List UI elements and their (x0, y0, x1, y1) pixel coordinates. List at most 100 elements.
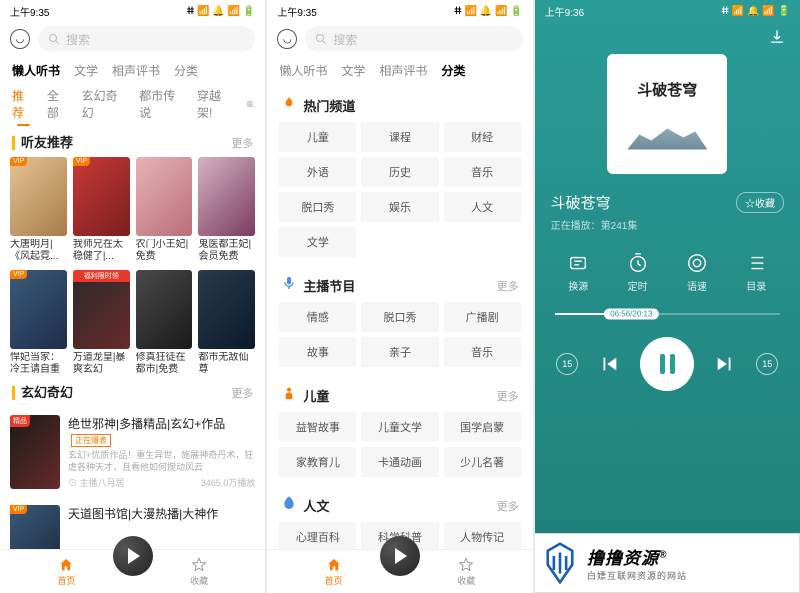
nav-tab[interactable]: 分类 (174, 62, 198, 79)
category-chip[interactable]: 人文 (444, 192, 521, 222)
category-chip[interactable]: 音乐 (444, 337, 521, 367)
search-input[interactable]: 搜索 (305, 26, 522, 52)
list-desc: 玄幻+优质作品！重生异世，施展神奇丹术，狂虐各种天才，且看他如何搅动风云 (68, 450, 255, 473)
search-bar: ◡ 搜索 (0, 22, 265, 56)
category-chip[interactable]: 卡通动画 (361, 447, 438, 477)
category-chip[interactable]: 情感 (279, 302, 356, 332)
category-chip[interactable]: 故事 (279, 337, 356, 367)
book-list: 精品绝世邪神|多播精品|玄幻+作品正在爆表玄幻+优质作品！重生异世，施展神奇丹术… (10, 407, 255, 549)
category-chip[interactable]: 心理百科 (279, 522, 356, 549)
search-placeholder: 搜索 (333, 31, 357, 48)
rewind-15-button[interactable]: 15 (556, 353, 578, 375)
list-item[interactable]: 精品绝世邪神|多播精品|玄幻+作品正在爆表玄幻+优质作品！重生异世，施展神奇丹术… (10, 407, 255, 497)
book-title: 都市无敌仙尊 (198, 352, 255, 377)
subnav-item[interactable]: 都市传说 (139, 87, 185, 121)
subnav-item[interactable]: 全部 (47, 87, 70, 121)
categories-area[interactable]: 热门频道儿童课程财经外语历史音乐脱口秀娱乐人文文学主播节目更多情感脱口秀广播剧故… (267, 83, 532, 549)
category-chip[interactable]: 儿童 (279, 122, 356, 152)
book-card[interactable]: 农门小王妃|免费 (136, 157, 193, 264)
more-link[interactable]: 更多 (497, 498, 519, 514)
category-chip[interactable]: 财经 (444, 122, 521, 152)
play-fab[interactable] (380, 536, 420, 576)
screen-player: 上午9:36 ⵌ 📶 🔔 📶 🔋 斗破苍穹 斗破苍穹 正在播放：第241集 ☆收… (535, 0, 800, 593)
category-chip[interactable]: 少儿名著 (444, 447, 521, 477)
book-card[interactable]: 鬼医都王妃|会员免费 (198, 157, 255, 264)
more-link[interactable]: 更多 (497, 388, 519, 404)
category-chip[interactable]: 家教育儿 (279, 447, 356, 477)
star-icon (457, 557, 475, 573)
child-icon (281, 385, 297, 406)
hot-badge: 正在爆表 (71, 434, 111, 447)
category-chip[interactable]: 文学 (279, 227, 356, 257)
category-chip[interactable]: 脱口秀 (361, 302, 438, 332)
subnav-item[interactable]: 推荐 (12, 87, 35, 121)
progress-bar[interactable]: 06:56/20:13 (535, 303, 800, 325)
nav-tab[interactable]: 懒人听书 (279, 62, 327, 79)
nav-tab[interactable]: 文学 (74, 62, 98, 79)
swap-source-button[interactable]: 换源 (567, 252, 589, 293)
speed-button[interactable]: 语速 (686, 252, 708, 293)
category-chip[interactable]: 课程 (361, 122, 438, 152)
leaf-icon (281, 495, 297, 516)
pause-button[interactable] (640, 337, 694, 391)
subnav-item[interactable]: 穿越架! (197, 87, 234, 121)
face-icon[interactable]: ◡ (277, 29, 297, 49)
play-fab[interactable] (113, 536, 153, 576)
book-cover: VIP (10, 157, 67, 236)
prev-button[interactable] (598, 353, 620, 375)
book-title: 农门小王妃|免费 (136, 239, 193, 264)
toc-button[interactable]: 目录 (745, 252, 767, 293)
category-chip[interactable]: 亲子 (361, 337, 438, 367)
nav-home[interactable]: 首页 (325, 557, 343, 587)
vip-badge: VIP (10, 157, 27, 166)
download-icon[interactable] (768, 28, 786, 46)
book-card[interactable]: 都市无敌仙尊 (198, 270, 255, 377)
category-chip[interactable]: 脱口秀 (279, 192, 356, 222)
book-card[interactable]: 修真狂徒在都市|免费 (136, 270, 193, 377)
chip-grid: 情感脱口秀广播剧故事亲子音乐 (279, 302, 520, 367)
next-button[interactable] (714, 353, 736, 375)
nav-collect[interactable]: 收藏 (190, 557, 208, 587)
album-art[interactable]: 斗破苍穹 (607, 54, 727, 174)
category-chip[interactable]: 广播剧 (444, 302, 521, 332)
now-playing: 正在播放：第241集 (551, 217, 638, 232)
book-title: 悍妃当家：冷王请自重 (10, 352, 67, 377)
content-area[interactable]: 听友推荐 更多 VIP大唐明月|《风起霓...VIP我师兄在太稳健了|...农门… (0, 127, 265, 549)
book-title: 鬼医都王妃|会员免费 (198, 239, 255, 264)
book-card[interactable]: VIP悍妃当家：冷王请自重 (10, 270, 67, 377)
subnav-item[interactable]: 玄幻奇幻 (82, 87, 128, 121)
category-chip[interactable]: 音乐 (444, 157, 521, 187)
nav-tab[interactable]: 文学 (341, 62, 365, 79)
category-chip[interactable]: 历史 (361, 157, 438, 187)
menu-icon[interactable]: ≡ (246, 97, 253, 111)
nav-collect[interactable]: 收藏 (457, 557, 475, 587)
category-chip[interactable]: 娱乐 (361, 192, 438, 222)
home-icon (325, 557, 343, 573)
timer-button[interactable]: 定时 (627, 252, 649, 293)
category-chip[interactable]: 外语 (279, 157, 356, 187)
search-input[interactable]: 搜索 (38, 26, 255, 52)
category-chip[interactable]: 人物传记 (444, 522, 521, 549)
more-link[interactable]: 更多 (497, 278, 519, 294)
face-icon[interactable]: ◡ (10, 29, 30, 49)
book-cover (136, 157, 193, 236)
nav-tab[interactable]: 分类 (441, 62, 465, 79)
favorite-button[interactable]: ☆收藏 (736, 192, 784, 213)
forward-15-button[interactable]: 15 (756, 353, 778, 375)
status-bar: 上午9:35 ⵌ 📶 🔔 📶 🔋 (0, 0, 265, 22)
nav-tab[interactable]: 懒人听书 (12, 62, 60, 79)
more-link[interactable]: 更多 (231, 135, 253, 151)
category-chip[interactable]: 国学启蒙 (444, 412, 521, 442)
nav-tab[interactable]: 相声评书 (112, 62, 160, 79)
book-card[interactable]: VIP大唐明月|《风起霓... (10, 157, 67, 264)
nav-home[interactable]: 首页 (57, 557, 75, 587)
book-card[interactable]: 福利限时领万道龙皇|暴爽玄幻 (73, 270, 130, 377)
book-card[interactable]: VIP我师兄在太稳健了|... (73, 157, 130, 264)
nav-tab[interactable]: 相声评书 (379, 62, 427, 79)
category-chip[interactable]: 益智故事 (279, 412, 356, 442)
book-cover (136, 270, 193, 349)
category-chip[interactable]: 儿童文学 (361, 412, 438, 442)
more-link[interactable]: 更多 (231, 385, 253, 401)
book-grid: VIP大唐明月|《风起霓...VIP我师兄在太稳健了|...农门小王妃|免费鬼医… (10, 157, 255, 377)
chip-grid: 儿童课程财经外语历史音乐脱口秀娱乐人文文学 (279, 122, 520, 257)
